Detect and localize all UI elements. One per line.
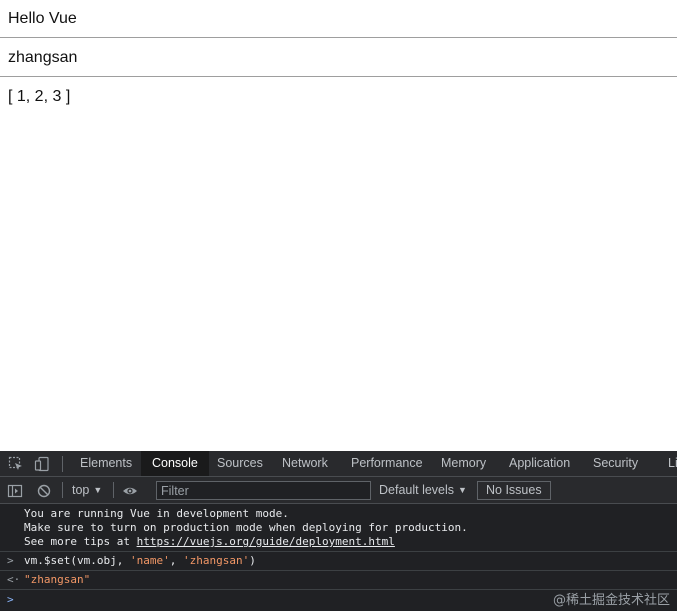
tab-memory[interactable]: Memory [441,451,486,476]
device-toggle-icon[interactable] [34,456,50,472]
tab-network[interactable]: Network [282,451,328,476]
context-label: top [72,483,90,497]
code-token: ) [249,554,256,567]
tab-overflow[interactable]: Li [668,451,677,476]
log-text: See more tips at [24,535,137,548]
name-text: zhangsan [8,49,78,66]
command-text: vm.$set(vm.obj, 'name', 'zhangsan') [24,554,256,567]
clear-console-icon[interactable] [36,483,52,499]
devtools-panel: Elements Console Sources Network Perform… [0,451,677,611]
greeting-text: Hello Vue [8,10,77,27]
tab-console[interactable]: Console [141,451,209,476]
tab-elements[interactable]: Elements [80,451,132,476]
log-line: Make sure to turn on production mode whe… [24,521,468,534]
code-token: vm.$set(vm.obj, [24,554,130,567]
result-value: "zhangsan" [24,573,91,586]
watermark-text: @稀土掘金技术社区 [552,593,670,608]
deployment-link[interactable]: https://vuejs.org/guide/deployment.html [137,535,395,548]
log-line: See more tips at https://vuejs.org/guide… [24,535,395,549]
console-command-row: > vm.$set(vm.obj, 'name', 'zhangsan') [0,552,677,571]
toolbar-divider [62,482,63,498]
tab-sources[interactable]: Sources [217,451,263,476]
toolbar-divider [113,482,114,498]
console-output: You are running Vue in development mode.… [0,504,677,611]
sidebar-toggle-icon[interactable] [7,483,23,499]
devtools-tab-bar: Elements Console Sources Network Perform… [0,451,677,477]
log-levels-label: Default levels [379,483,455,497]
inspect-element-icon[interactable] [8,456,24,472]
code-string: 'zhangsan' [182,554,250,567]
vue-dev-message: You are running Vue in development mode.… [0,504,677,552]
filter-input[interactable] [156,481,371,500]
caret-down-icon: ▼ [93,485,103,495]
array-text: [ 1, 2, 3 ] [8,88,71,105]
issues-button[interactable]: No Issues [477,481,551,500]
tab-performance[interactable]: Performance [351,451,423,476]
divider [0,37,677,38]
tab-application[interactable]: Application [509,451,570,476]
caret-down-icon: ▼ [458,485,467,495]
command-prompt-icon: > [7,554,14,567]
context-selector[interactable]: top ▼ [72,483,102,497]
divider [0,76,677,77]
log-line: You are running Vue in development mode. [24,507,289,520]
result-arrow-icon: <· [7,573,21,586]
toolbar-divider [62,456,63,472]
tab-security[interactable]: Security [593,451,638,476]
log-levels-dropdown[interactable]: Default levels ▼ [379,483,467,497]
console-result-row: <· "zhangsan" [0,571,677,590]
page-content: Hello Vue zhangsan [ 1, 2, 3 ] [0,0,677,451]
console-toolbar: top▼ Default levels▼ No Issues [0,477,677,504]
code-token: , [169,554,183,567]
code-string: 'name' [129,554,170,567]
eye-icon[interactable] [122,483,138,499]
input-prompt-icon: > [7,593,14,606]
